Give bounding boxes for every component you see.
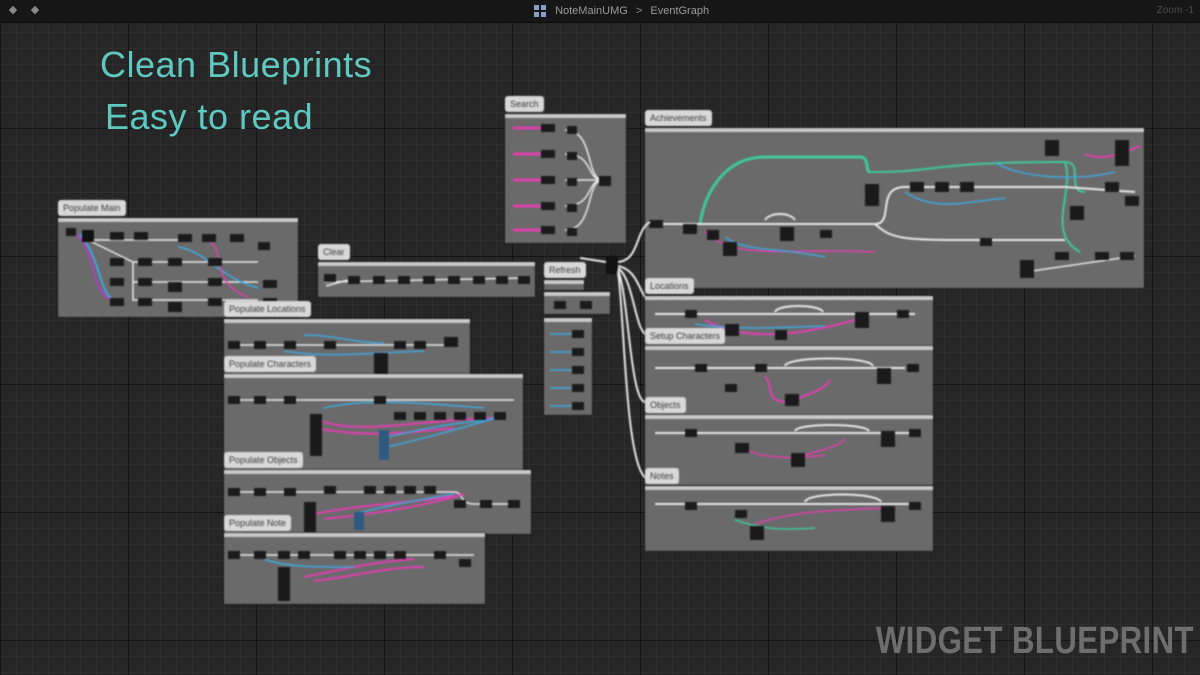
comment-title: Populate Main (58, 200, 126, 216)
node-network (655, 493, 921, 540)
back-arrow-icon[interactable]: ◆ (6, 3, 20, 17)
headline-easy-to-read: Easy to read (105, 96, 314, 137)
comment-title: Notes (645, 468, 679, 484)
node-network (655, 424, 921, 467)
node-network (649, 140, 1141, 278)
comment-notes[interactable]: Notes (645, 468, 933, 551)
breadcrumb-item-graph[interactable]: EventGraph (650, 5, 709, 17)
comment-title: Populate Locations (224, 301, 311, 317)
comment-title: Locations (645, 278, 694, 294)
comment-clear[interactable]: Clear (318, 244, 535, 297)
breadcrumb: NoteMainUMG > EventGraph (534, 3, 709, 19)
comment-title: Setup Characters (645, 328, 726, 344)
comment-title: Objects (645, 397, 686, 413)
comment-populate-note[interactable]: Populate Note (224, 515, 485, 604)
node-network (655, 357, 919, 406)
comment-achievements[interactable]: Achievements (645, 110, 1144, 288)
node-network (323, 274, 530, 287)
widget-blueprint-watermark: WIDGET BLUEPRINT (875, 620, 1194, 662)
comment-title: Populate Characters (224, 356, 317, 372)
comment-title: Search (505, 96, 544, 112)
widget-blueprint-icon (534, 5, 546, 18)
zoom-level: Zoom -1 (1156, 5, 1194, 16)
comment-title: Populate Objects (224, 452, 303, 468)
node-network (228, 551, 474, 601)
comment-title: Populate Note (224, 515, 292, 531)
graph-toolbar: ◆ ◆ NoteMainUMG > EventGraph Zoom -1 (0, 0, 1200, 23)
comment-title: Achievements (645, 110, 712, 126)
comment-setup-characters[interactable]: Setup Characters (645, 328, 933, 416)
breadcrumb-item-asset[interactable]: NoteMainUMG (555, 5, 628, 17)
comment-objects[interactable]: Objects (645, 397, 933, 485)
chevron-right-icon: > (635, 5, 643, 18)
headline-clean-blueprints: Clean Blueprints (100, 44, 373, 85)
event-graph-canvas[interactable]: ◆ ◆ NoteMainUMG > EventGraph Zoom -1 Cle… (0, 0, 1200, 675)
comment-refresh[interactable]: Refresh (544, 262, 586, 290)
comment-title: Clear (318, 244, 350, 260)
forward-arrow-icon[interactable]: ◆ (28, 3, 42, 17)
